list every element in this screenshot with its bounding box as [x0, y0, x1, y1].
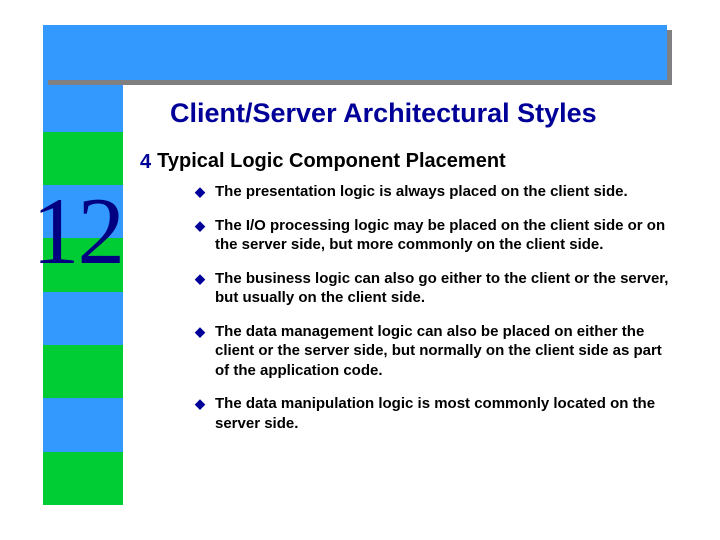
content-area: 4 Typical Logic Component Placement ◆ Th… — [140, 150, 680, 447]
diamond-icon: ◆ — [195, 396, 205, 413]
slide: 12 Client/Server Architectural Styles 4 … — [0, 0, 720, 540]
bar-segment — [43, 78, 123, 131]
list-item-text: The I/O processing logic may be placed o… — [215, 216, 680, 255]
list-item: ◆ The data manipulation logic is most co… — [195, 394, 680, 433]
bar-segment — [43, 345, 123, 398]
bullet-list: ◆ The presentation logic is always place… — [195, 182, 680, 433]
slide-number: 12 — [32, 184, 123, 279]
list-item-text: The business logic can also go either to… — [215, 269, 680, 308]
diamond-icon: ◆ — [195, 324, 205, 341]
bullet-icon: 4 — [140, 151, 151, 174]
list-item-text: The data management logic can also be pl… — [215, 322, 680, 381]
list-item: ◆ The business logic can also go either … — [195, 269, 680, 308]
section-heading: 4 Typical Logic Component Placement — [140, 150, 680, 174]
bar-segment — [43, 292, 123, 345]
list-item-text: The presentation logic is always placed … — [215, 182, 680, 202]
list-item: ◆ The I/O processing logic may be placed… — [195, 216, 680, 255]
bar-segment — [43, 132, 123, 185]
bar-segment — [43, 452, 123, 505]
top-band — [43, 25, 667, 80]
diamond-icon: ◆ — [195, 184, 205, 201]
slide-title: Client/Server Architectural Styles — [170, 98, 690, 129]
section-heading-text: Typical Logic Component Placement — [157, 150, 506, 173]
bar-segment — [43, 398, 123, 451]
diamond-icon: ◆ — [195, 271, 205, 288]
list-item-text: The data manipulation logic is most comm… — [215, 394, 680, 433]
diamond-icon: ◆ — [195, 218, 205, 235]
list-item: ◆ The presentation logic is always place… — [195, 182, 680, 202]
list-item: ◆ The data management logic can also be … — [195, 322, 680, 381]
